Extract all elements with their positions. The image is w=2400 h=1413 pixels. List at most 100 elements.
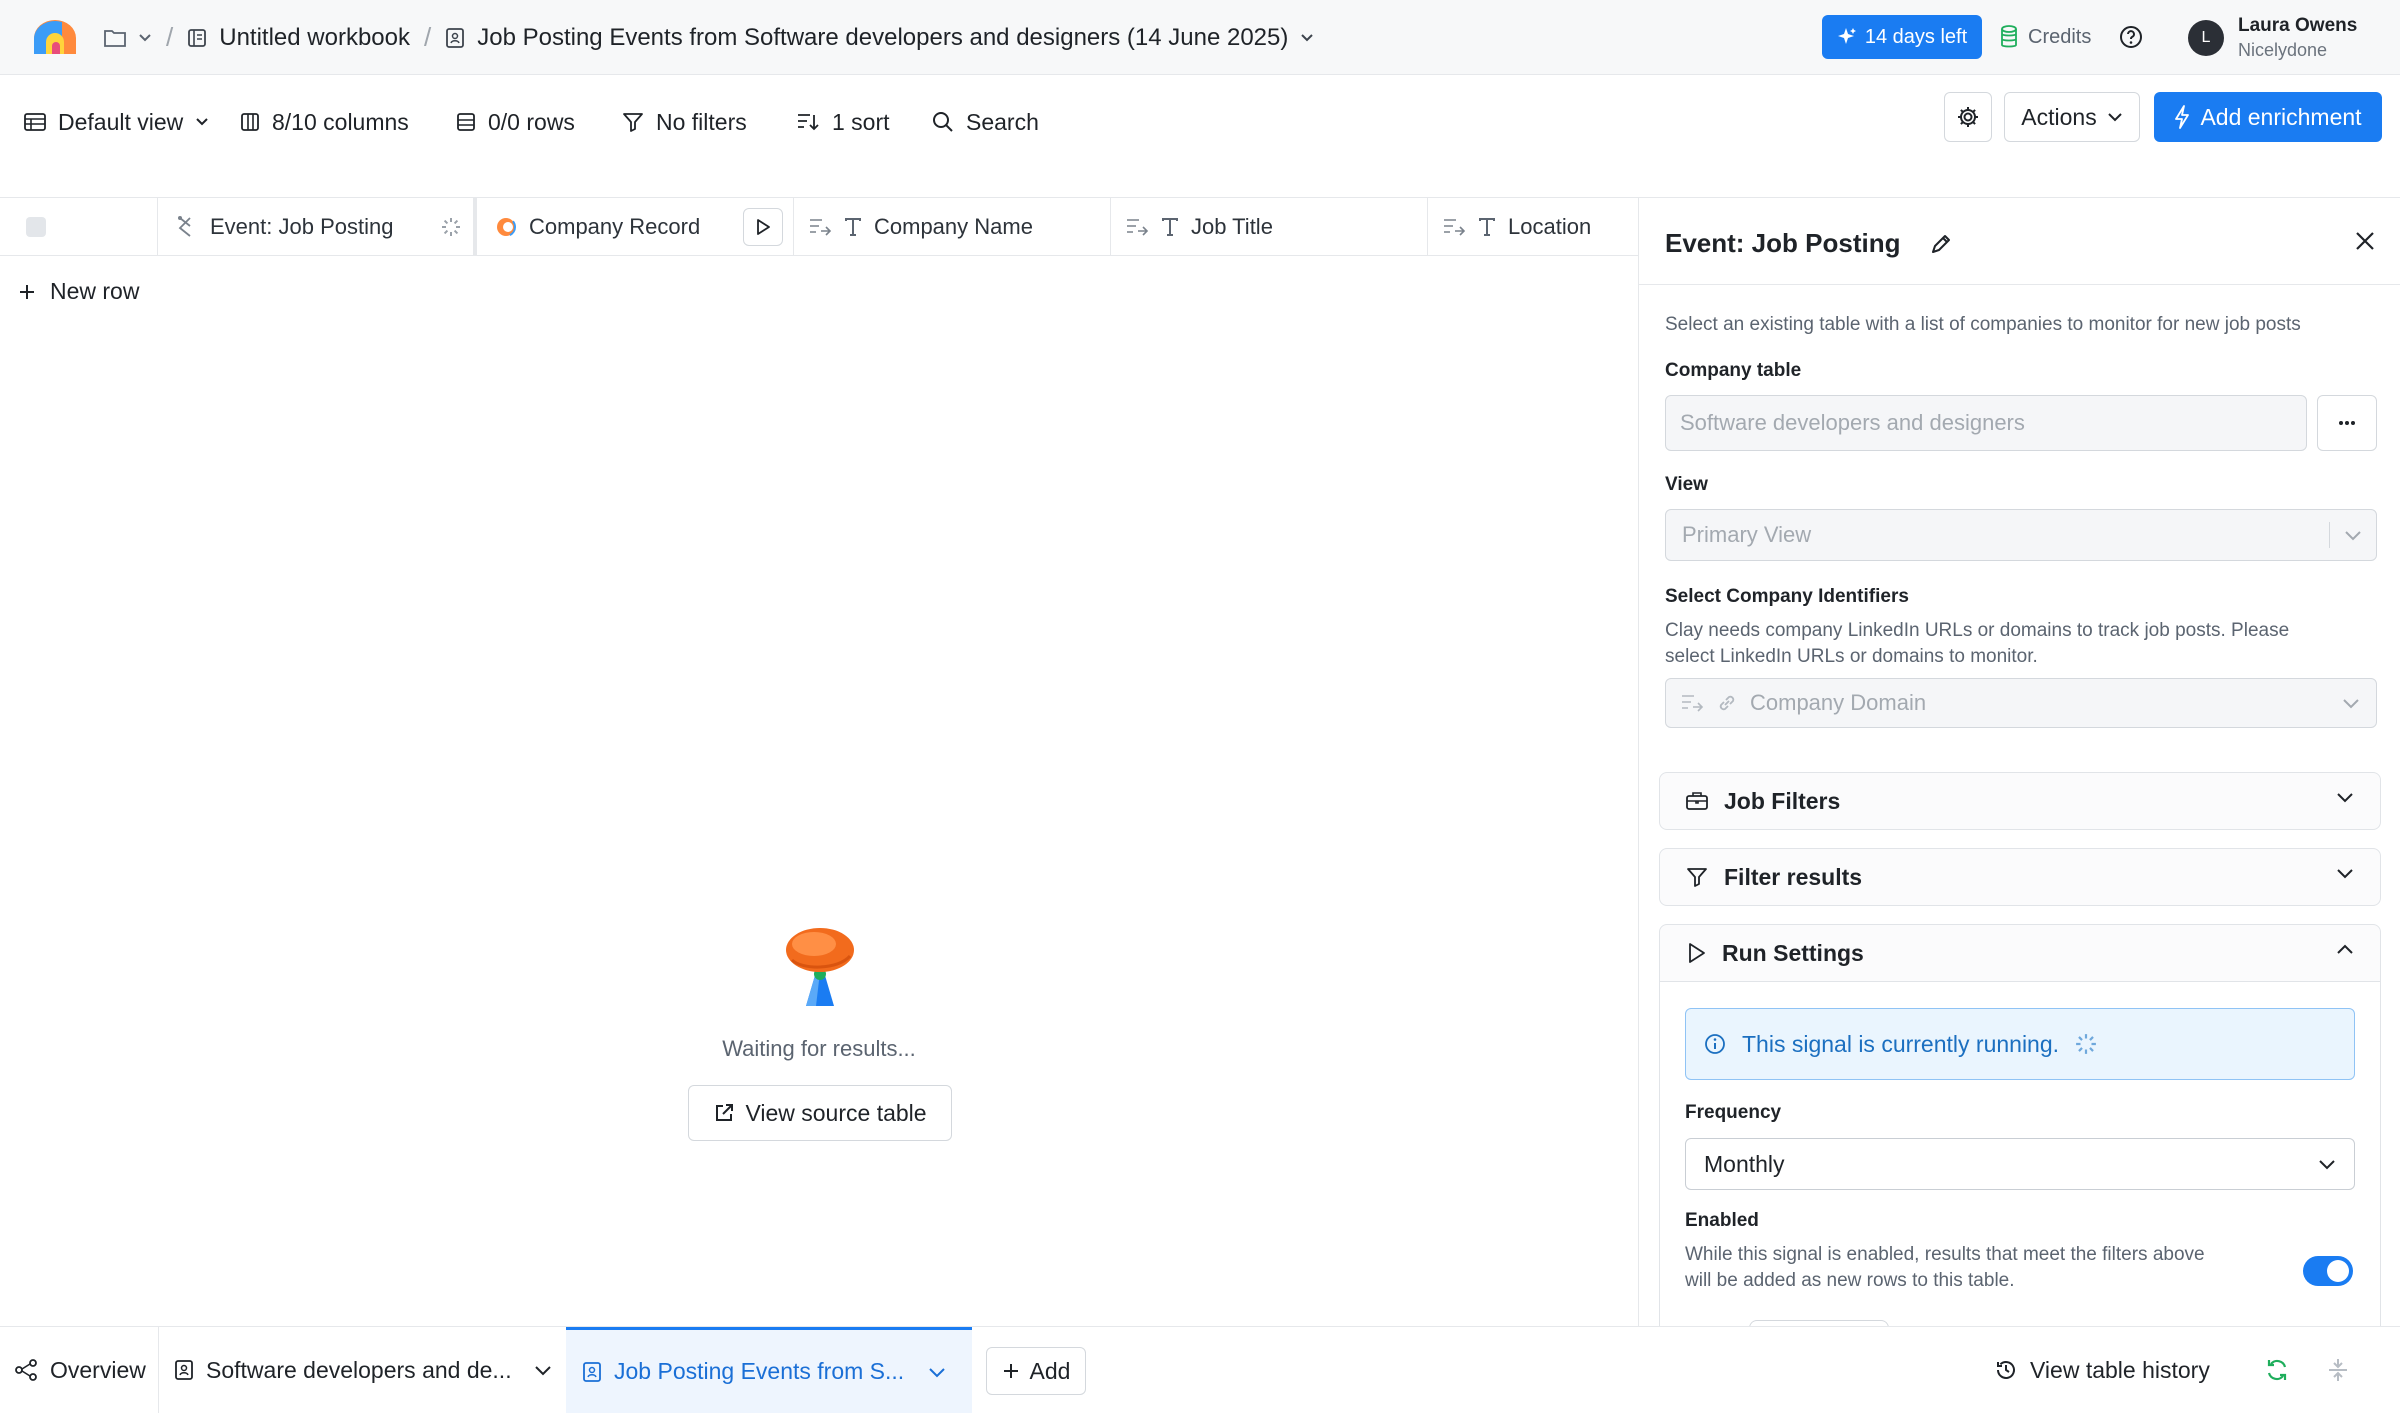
company-table-label: Company table <box>1665 360 1802 381</box>
add-tab-label: Add <box>1029 1357 1071 1384</box>
history-icon <box>1997 1361 2015 1379</box>
filter-results-section[interactable]: Filter results <box>1659 848 2381 906</box>
external-link-icon <box>716 1104 734 1121</box>
frequency-select[interactable]: Monthly <box>1685 1138 2355 1190</box>
rows-button[interactable]: 0/0 rows <box>456 98 575 146</box>
table-icon <box>446 27 465 48</box>
edit-pencil-icon[interactable] <box>1930 233 1952 255</box>
chevron-down-icon <box>2319 1160 2335 1170</box>
play-icon <box>1689 943 1705 963</box>
columns-button[interactable]: 8/10 columns <box>240 98 409 146</box>
lightning-icon <box>2175 105 2190 129</box>
identifiers-help-2: select LinkedIn URLs or domains to monit… <box>1665 646 2038 667</box>
filters-button[interactable]: No filters <box>622 98 747 146</box>
frequency-value: Monthly <box>1704 1150 1785 1177</box>
workbook-name: Untitled workbook <box>219 23 410 51</box>
panel-title: Event: Job Posting <box>1665 228 1952 259</box>
signal-settings-panel: Event: Job Posting Select an existing ta… <box>1638 198 2400 1326</box>
collapse-rows-icon[interactable] <box>2326 1357 2350 1383</box>
run-settings-label: Run Settings <box>1722 939 1864 966</box>
run-settings-section[interactable]: Run Settings <box>1659 924 2381 982</box>
enabled-toggle[interactable] <box>2303 1256 2353 1286</box>
job-filters-label: Job Filters <box>1724 787 1841 814</box>
empty-state: Waiting for results... View source table <box>0 198 1638 1326</box>
sort-icon <box>798 114 819 131</box>
settings-button[interactable] <box>1944 92 1992 142</box>
info-icon <box>1705 1034 1725 1054</box>
view-select[interactable]: Primary View <box>1665 509 2377 561</box>
divider <box>2329 522 2330 548</box>
waiting-illustration-icon <box>786 928 854 1006</box>
filters-label: No filters <box>656 108 747 135</box>
gear-icon <box>1958 107 1978 127</box>
refresh-sync-icon[interactable] <box>2264 1357 2290 1383</box>
briefcase-icon <box>1686 792 1708 810</box>
view-label: View <box>1665 474 1708 495</box>
bottom-tab-bar: Overview Software developers and de... J… <box>0 1326 2400 1413</box>
chevron-up-icon <box>2337 944 2353 954</box>
sort-button[interactable]: 1 sort <box>796 98 890 146</box>
clay-logo-icon[interactable] <box>32 18 78 56</box>
view-source-label: View source table <box>745 1099 927 1126</box>
tab-software-developers[interactable]: Software developers and de... <box>174 1327 552 1413</box>
company-table-value: Software developers and designers <box>1680 410 2025 435</box>
breadcrumb-separator: / <box>424 22 432 52</box>
help-icon[interactable] <box>2118 24 2144 50</box>
view-source-table-button[interactable]: View source table <box>688 1085 952 1141</box>
view-label: Default view <box>58 108 184 135</box>
close-icon[interactable] <box>2354 230 2376 252</box>
lookup-icon <box>1682 695 1704 712</box>
user-name: Laura Owens <box>2238 15 2358 36</box>
actions-button[interactable]: Actions <box>2004 92 2140 142</box>
tab-label: Job Posting Events from S... <box>614 1358 905 1384</box>
rows-icon <box>457 113 475 131</box>
running-notice-text: This signal is currently running. <box>1742 1030 2060 1057</box>
add-enrichment-button[interactable]: Add enrichment <box>2154 92 2382 142</box>
sparkle-icon <box>1837 28 1856 44</box>
chevron-down-icon <box>139 33 151 41</box>
search-icon <box>933 112 953 132</box>
trial-badge[interactable]: 14 days left <box>1822 15 1982 59</box>
overview-graph-icon <box>15 1359 37 1381</box>
table-icon <box>583 1361 601 1382</box>
more-options-button[interactable] <box>2317 395 2377 451</box>
actions-label: Actions <box>2021 103 2097 130</box>
chevron-down-icon <box>929 1367 945 1377</box>
search-button[interactable]: Search <box>932 98 1039 146</box>
breadcrumb-workbook[interactable]: Untitled workbook <box>187 24 410 52</box>
frequency-label: Frequency <box>1685 1102 1782 1123</box>
tab-job-posting-events[interactable]: Job Posting Events from S... <box>566 1327 972 1413</box>
waiting-message: Waiting for results... <box>722 1036 916 1061</box>
table-toolbar: Default view 8/10 columns 0/0 rows No fi… <box>0 76 2400 198</box>
overview-tab[interactable]: Overview <box>14 1327 146 1413</box>
view-selector[interactable]: Default view <box>24 98 209 146</box>
chevron-down-icon <box>534 1366 551 1376</box>
company-table-field[interactable]: Software developers and designers <box>1665 395 2307 451</box>
credits-label: Credits <box>2028 25 2092 48</box>
breadcrumb: / Untitled workbook / Job Posting Events… <box>104 0 1314 75</box>
identifiers-help-1: Clay needs company LinkedIn URLs or doma… <box>1665 620 2290 641</box>
chevron-down-icon <box>2108 113 2122 122</box>
panel-title-text: Event: Job Posting <box>1665 228 1901 258</box>
top-bar: / Untitled workbook / Job Posting Events… <box>0 0 2400 75</box>
chevron-down-icon <box>2345 531 2361 541</box>
view-table-history-button[interactable]: View table history <box>1994 1327 2210 1413</box>
identifiers-label: Select Company Identifiers <box>1665 586 1909 607</box>
add-tab-button[interactable]: Add <box>986 1347 1086 1395</box>
folder-dropdown[interactable] <box>104 29 152 47</box>
link-icon <box>1719 695 1735 711</box>
breadcrumb-table[interactable]: Job Posting Events from Software develop… <box>445 24 1314 52</box>
job-filters-section[interactable]: Job Filters <box>1659 772 2381 830</box>
filter-icon <box>1687 868 1707 887</box>
view-value: Primary View <box>1682 522 1812 547</box>
overview-label: Overview <box>50 1356 146 1383</box>
user-menu[interactable]: L Laura Owens Nicelydone <box>2188 14 2357 62</box>
filter-results-label: Filter results <box>1724 863 1863 890</box>
chevron-down-icon <box>196 118 208 126</box>
data-grid: Event: Job Posting Company Record Compan… <box>0 198 1638 1326</box>
identifiers-select[interactable]: Company Domain <box>1665 678 2377 728</box>
workbook-icon <box>188 28 207 47</box>
add-enrichment-label: Add enrichment <box>2200 103 2362 130</box>
table-title: Job Posting Events from Software develop… <box>477 23 1289 51</box>
credits-button[interactable]: Credits <box>2000 15 2091 59</box>
